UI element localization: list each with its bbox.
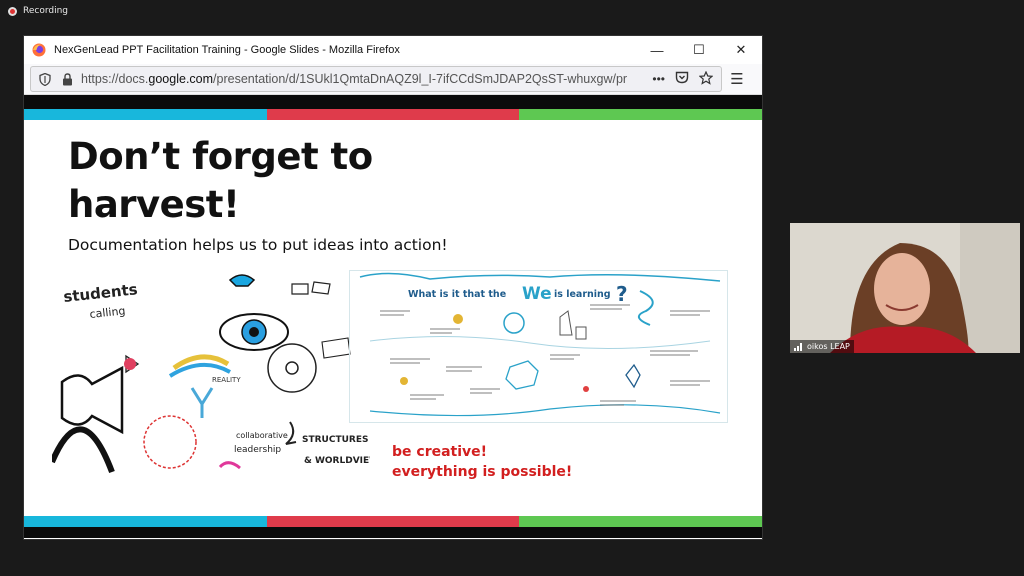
sketch-worldviews: & WORLDVIEWS	[304, 456, 370, 466]
sketch-figure	[190, 387, 214, 418]
sketch-question-mark: ?	[616, 282, 628, 306]
band-green-bottom	[519, 516, 762, 527]
sketch-wave-bottom	[369, 404, 721, 417]
sketch-flower-center	[285, 361, 299, 375]
close-button[interactable]: ✕	[720, 36, 762, 64]
color-band-bottom	[24, 516, 762, 527]
signal-strength-icon	[794, 342, 802, 351]
firefox-icon	[32, 43, 46, 57]
sketch-text-scribbles	[380, 304, 710, 406]
sketch-clock	[503, 312, 525, 334]
slide-subtitle: Documentation helps us to put ideas into…	[68, 236, 448, 254]
band-blue	[24, 109, 267, 120]
sketch-reality: REALITY	[212, 376, 241, 384]
sketch-drop-shape	[228, 274, 256, 287]
shield-icon[interactable]	[37, 72, 53, 86]
sketch-students: students	[63, 280, 139, 306]
sketch-swirl	[638, 290, 654, 326]
band-red	[267, 109, 519, 120]
browser-window: NexGenLead PPT Facilitation Training - G…	[24, 36, 762, 539]
recording-label: Recording	[23, 6, 69, 16]
url-prefix: https://docs.	[81, 72, 149, 86]
presentation-slide: Don’t forget to harvest! Documentation h…	[24, 109, 762, 527]
sketch-sun	[453, 314, 463, 324]
sketch-notes	[291, 281, 331, 295]
lock-icon[interactable]	[59, 72, 75, 86]
sketch-bubble	[321, 337, 351, 359]
recording-indicator: Recording	[8, 6, 68, 16]
sketch-flower	[267, 343, 317, 393]
url-domain: google.com	[148, 72, 214, 86]
slides-footer-strip	[24, 527, 762, 538]
band-green	[519, 109, 762, 120]
participant-video-feed	[790, 223, 1020, 353]
recording-icon	[8, 6, 17, 16]
participant-name-label: oikos LEAP	[790, 340, 854, 353]
tagline: be creative! everything is possible!	[392, 442, 572, 482]
sketch-figure-right	[625, 363, 641, 389]
tagline-line-1: be creative!	[392, 444, 488, 460]
sketch-building	[559, 310, 587, 340]
sketch-silhouette	[52, 426, 115, 474]
band-blue-bottom	[24, 516, 267, 527]
color-band-top	[24, 109, 762, 120]
hamburger-menu-button[interactable]: ☰	[722, 70, 752, 88]
participant-video-tile[interactable]: oikos LEAP	[790, 223, 1020, 353]
sketch-circle-ring	[143, 415, 197, 469]
slides-toolbar-strip	[24, 95, 762, 109]
slide-headline: Don’t forget to harvest!	[68, 133, 373, 229]
headline-line-2: harvest!	[68, 183, 240, 226]
participant-name: oikos LEAP	[807, 342, 850, 351]
sketch-question-suffix: is learning	[554, 289, 611, 300]
sketch-megaphone	[60, 365, 124, 435]
window-title: NexGenLead PPT Facilitation Training - G…	[54, 44, 400, 56]
bookmark-star-icon[interactable]	[698, 70, 714, 88]
sketch-we: We	[522, 284, 552, 304]
sketch-dot-a	[583, 386, 589, 392]
tagline-line-2: everything is possible!	[392, 464, 573, 480]
sketch-flower-a	[400, 377, 408, 385]
sketch-structures: STRUCTURES	[302, 435, 368, 445]
title-bar: NexGenLead PPT Facilitation Training - G…	[24, 36, 762, 64]
sketch-river	[369, 335, 711, 350]
url-text[interactable]: https://docs.google.com/presentation/d/1…	[81, 72, 652, 86]
pocket-icon[interactable]	[675, 71, 689, 87]
navigation-bar: https://docs.google.com/presentation/d/1…	[24, 64, 762, 95]
url-path: /presentation/d/1SUkl1QmtaDnAQZ9l_I-7ifC…	[213, 72, 628, 86]
sketch-leadership: leadership	[234, 445, 281, 455]
sketch-question-prefix: What is it that the	[408, 289, 506, 300]
headline-line-1: Don’t forget to	[68, 135, 373, 178]
sketch-wave-top	[359, 272, 721, 282]
maximize-button[interactable]: ☐	[678, 36, 720, 64]
address-bar[interactable]: https://docs.google.com/presentation/d/1…	[30, 66, 722, 92]
sketch-dot-red	[124, 358, 136, 370]
band-red-bottom	[267, 516, 519, 527]
graphic-recording-left: students calling REALITY STRUCTURES & WO…	[52, 274, 370, 474]
sketch-map	[505, 360, 539, 390]
sketch-eye-pupil	[249, 327, 259, 337]
minimize-button[interactable]: —	[636, 36, 678, 64]
sketch-calling: calling	[89, 304, 126, 321]
participant-face	[874, 253, 930, 325]
graphic-recording-right: What is it that the We is learning ?	[349, 270, 728, 423]
sketch-pink-arrow	[218, 461, 241, 470]
sketch-collaborative: collaborative	[236, 431, 288, 440]
page-actions-button[interactable]: •••	[652, 72, 665, 86]
